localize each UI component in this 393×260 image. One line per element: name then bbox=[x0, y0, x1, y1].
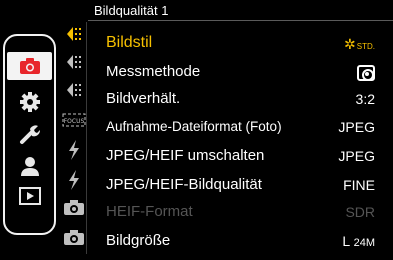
menu-item-value: SDR bbox=[345, 204, 375, 220]
flash-icon bbox=[66, 139, 82, 165]
menu-item-bildstil[interactable]: Bildstil ✲ STD. bbox=[88, 30, 393, 57]
menu-item-bildverhaeltnis[interactable]: Bildverhält. 3:2 bbox=[88, 85, 393, 112]
submenu-column: FOCUS bbox=[60, 22, 88, 254]
menu-item-label: HEIF-Format bbox=[106, 203, 193, 220]
menu-item-value: L 24M bbox=[342, 233, 375, 249]
gear-icon bbox=[20, 92, 40, 112]
submenu-image-quality-3[interactable] bbox=[60, 78, 88, 106]
category-bar bbox=[3, 34, 56, 235]
image-quality-icon bbox=[63, 53, 85, 76]
menu-item-value: FINE bbox=[343, 177, 375, 193]
camera-icon bbox=[63, 198, 85, 223]
menu-item-label: Messmethode bbox=[106, 63, 201, 80]
menu-item-dateiformat[interactable]: Aufnahme-Dateiformat (Foto) JPEG bbox=[88, 113, 393, 140]
submenu-image-quality-1[interactable] bbox=[60, 22, 88, 50]
menu-item-value: JPEG bbox=[338, 148, 375, 164]
page-title: Bildqualität 1 bbox=[94, 3, 169, 18]
menu-item-bildgroesse[interactable]: Bildgröße L 24M bbox=[88, 227, 393, 254]
menu-item-value: 3:2 bbox=[355, 91, 375, 107]
submenu-camera-2[interactable] bbox=[60, 226, 88, 254]
submenu-flash-2[interactable] bbox=[60, 168, 88, 196]
menu-item-label: Bildverhält. bbox=[106, 90, 181, 107]
focus-icon: FOCUS bbox=[62, 113, 86, 132]
menu-item-jpeg-heif-umschalten[interactable]: JPEG/HEIF umschalten JPEG bbox=[88, 142, 393, 169]
category-mymenu[interactable] bbox=[13, 152, 47, 180]
image-quality-icon bbox=[63, 25, 85, 48]
menu-item-label: Bildstil bbox=[106, 34, 153, 51]
menu-item-value: ✲ STD. bbox=[344, 36, 375, 52]
menu-item-label: JPEG/HEIF-Bildqualität bbox=[106, 176, 262, 193]
submenu-camera-1[interactable] bbox=[60, 196, 88, 224]
svg-text:FOCUS: FOCUS bbox=[64, 118, 85, 125]
menu-item-value bbox=[357, 64, 375, 82]
menu-screen: Bildqualität 1 FOCUS Bildstil ✲ STD. Mes… bbox=[0, 0, 393, 260]
person-icon bbox=[20, 156, 40, 176]
category-custom[interactable] bbox=[13, 88, 47, 116]
menu-item-heif-format: HEIF-Format SDR bbox=[88, 198, 393, 225]
image-quality-icon bbox=[63, 81, 85, 104]
menu-item-label: Aufnahme-Dateiformat (Foto) bbox=[106, 119, 282, 134]
metering-icon bbox=[357, 65, 375, 82]
menu-item-messmethode[interactable]: Messmethode bbox=[88, 58, 393, 85]
flash-icon bbox=[66, 169, 82, 195]
camera-icon bbox=[19, 57, 41, 75]
category-setup[interactable] bbox=[13, 120, 47, 148]
header-divider bbox=[88, 20, 393, 21]
wrench-icon bbox=[19, 123, 41, 145]
menu-item-value: JPEG bbox=[338, 119, 375, 135]
photo-style-icon: ✲ bbox=[344, 36, 356, 52]
menu-item-bildqualitaet[interactable]: JPEG/HEIF-Bildqualität FINE bbox=[88, 171, 393, 198]
submenu-flash-1[interactable] bbox=[60, 138, 88, 166]
menu-item-label: Bildgröße bbox=[106, 232, 171, 249]
category-photo[interactable] bbox=[7, 52, 52, 80]
camera-icon bbox=[63, 228, 85, 253]
column-divider bbox=[86, 22, 87, 254]
submenu-focus[interactable]: FOCUS bbox=[60, 108, 88, 136]
play-icon bbox=[19, 187, 41, 205]
submenu-image-quality-2[interactable] bbox=[60, 50, 88, 78]
category-playback[interactable] bbox=[13, 182, 47, 210]
menu-item-label: JPEG/HEIF umschalten bbox=[106, 147, 265, 164]
